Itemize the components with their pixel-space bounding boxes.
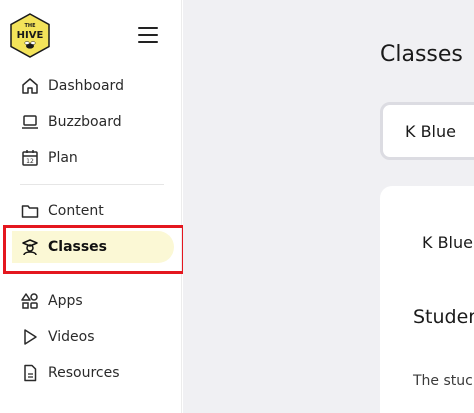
card-class-name: K Blue (422, 233, 473, 252)
home-icon (20, 76, 40, 96)
laptop-icon (20, 112, 40, 132)
document-icon (20, 363, 40, 383)
card-text: The stuc (413, 373, 473, 389)
folder-icon (20, 201, 40, 221)
sidebar-item-label: Apps (48, 293, 83, 309)
class-card: K Blue Studer The stuc (380, 186, 474, 413)
sidebar-item-label: Buzzboard (48, 114, 122, 130)
hive-logo[interactable]: THE HIVE (10, 13, 50, 58)
svg-text:12: 12 (26, 158, 34, 165)
sidebar-item-label: Dashboard (48, 78, 124, 94)
svg-text:HIVE: HIVE (17, 30, 44, 41)
main-content: Classes K Blue K Blue Studer The stuc (183, 0, 474, 413)
page-title: Classes (380, 42, 463, 67)
class-select-value: K Blue (405, 121, 456, 141)
menu-toggle-icon[interactable] (138, 27, 158, 43)
student-icon (20, 237, 40, 257)
sidebar-item-content[interactable]: Content (12, 195, 174, 227)
sidebar: THE HIVE Dashboard Buzzboard 12 Plan Con… (0, 0, 185, 413)
sidebar-divider (20, 184, 164, 185)
sidebar-item-dashboard[interactable]: Dashboard (12, 70, 174, 102)
apps-icon (20, 291, 40, 311)
sidebar-item-apps[interactable]: Apps (12, 285, 174, 317)
sidebar-item-label: Videos (48, 329, 95, 345)
calendar-icon: 12 (20, 148, 40, 168)
class-select[interactable]: K Blue (380, 102, 474, 160)
sidebar-item-label: Classes (48, 239, 108, 255)
sidebar-item-label: Content (48, 203, 104, 219)
sidebar-item-classes[interactable]: Classes (12, 231, 174, 263)
sidebar-item-label: Resources (48, 365, 120, 381)
sidebar-item-videos[interactable]: Videos (12, 321, 174, 353)
sidebar-item-label: Plan (48, 150, 78, 166)
svg-text:THE: THE (24, 23, 36, 29)
sidebar-item-resources[interactable]: Resources (12, 357, 174, 389)
card-heading: Studer (413, 306, 474, 328)
sidebar-item-buzzboard[interactable]: Buzzboard (12, 106, 174, 138)
play-icon (20, 327, 40, 347)
sidebar-item-plan[interactable]: 12 Plan (12, 142, 174, 174)
